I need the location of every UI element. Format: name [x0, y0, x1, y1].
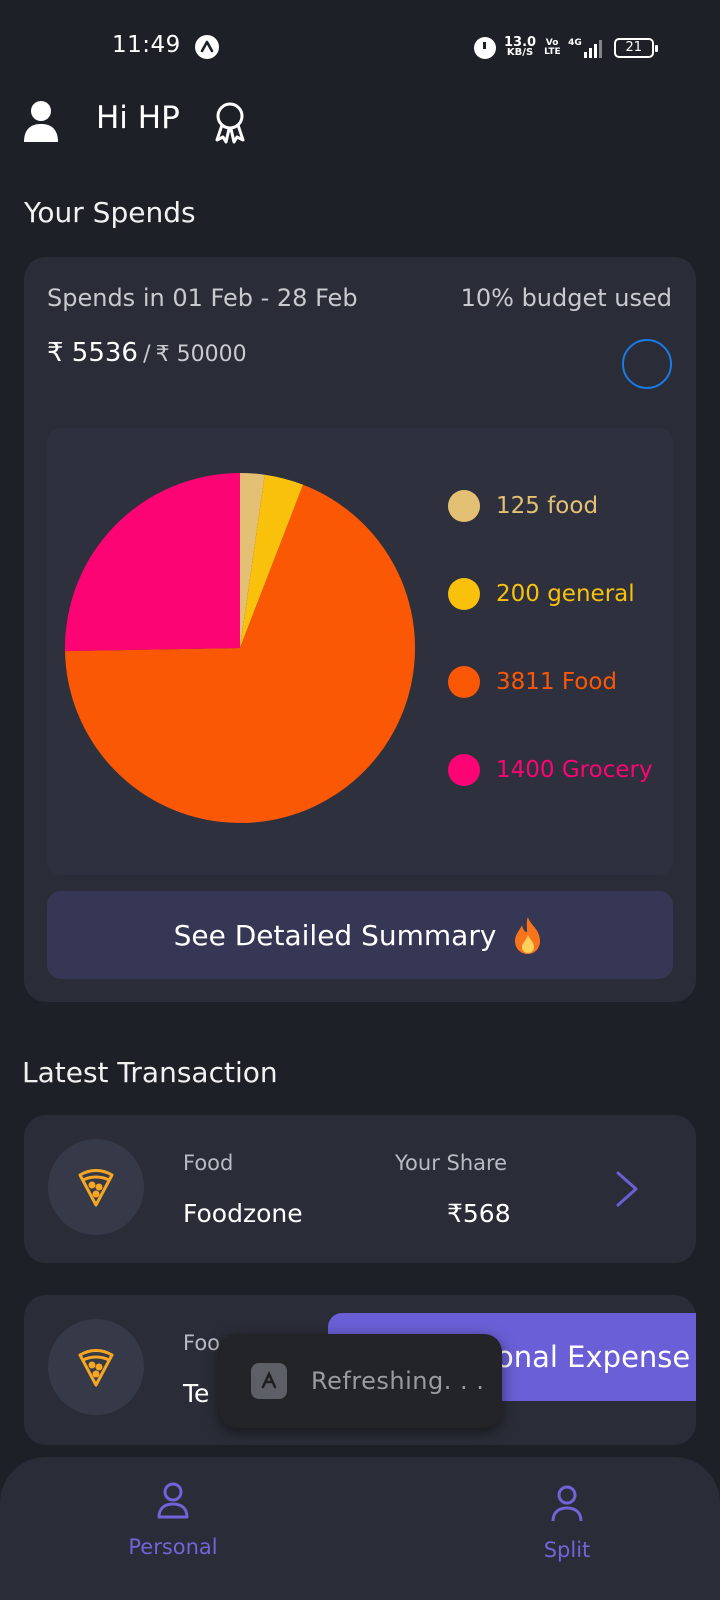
app-icon: [251, 1363, 287, 1399]
chevron-right-icon[interactable]: [614, 1170, 640, 1212]
nav-item-split[interactable]: Split: [522, 1484, 612, 1562]
transaction-card[interactable]: Food Foodzone Your Share ₹568: [24, 1115, 696, 1263]
spends-range-label: Spends in 01 Feb - 28 Feb: [47, 284, 358, 312]
signal-icon: 4G: [568, 38, 602, 58]
volte-indicator: Vo LTE: [544, 38, 561, 57]
your-share-amount: ₹568: [447, 1199, 511, 1228]
bottom-navigation: Personal Split: [0, 1457, 720, 1600]
network-speed: 13.0 KB/S: [504, 35, 537, 58]
refreshing-toast: Refreshing. . .: [219, 1334, 502, 1428]
budget-progress-ring: [622, 339, 672, 389]
transaction-category: Foo: [183, 1331, 221, 1355]
status-time: 11:49: [112, 32, 181, 58]
transaction-merchant: Foodzone: [183, 1199, 303, 1228]
toast-text: Refreshing. . .: [311, 1367, 485, 1395]
amount-separator: /: [143, 342, 151, 367]
award-icon[interactable]: [208, 100, 252, 144]
your-share-label: Your Share: [395, 1151, 508, 1175]
pie-slice-3: [65, 473, 240, 652]
nav-label-split: Split: [543, 1538, 591, 1562]
spends-pie-chart: [65, 473, 415, 823]
legend-label: 125 food: [496, 493, 599, 519]
fab-label: onal Expense: [496, 1340, 691, 1374]
spent-amount: ₹ 5536: [47, 338, 138, 368]
summary-button-label: See Detailed Summary: [173, 918, 497, 952]
legend-item: 1400 Grocery: [448, 754, 653, 786]
see-detailed-summary-button[interactable]: See Detailed Summary: [47, 891, 673, 979]
legend-swatch: [448, 754, 480, 786]
nav-item-personal[interactable]: Personal: [120, 1481, 226, 1559]
app-notification-icon: [195, 35, 219, 59]
battery-indicator: 21: [613, 38, 658, 58]
alarm-icon: [474, 37, 496, 59]
status-indicators: 13.0 KB/S Vo LTE 4G 21: [474, 34, 658, 62]
nav-label-personal: Personal: [128, 1535, 218, 1559]
transactions-section-title: Latest Transaction: [22, 1056, 278, 1089]
legend-label: 200 general: [496, 581, 635, 607]
spend-amount: ₹ 5536 / ₹ 50000: [47, 338, 247, 368]
person-icon: [156, 1481, 190, 1525]
legend-label: 3811 Food: [496, 669, 617, 695]
transaction-merchant: Te: [183, 1379, 210, 1408]
legend-item: 125 food: [448, 490, 598, 522]
legend-swatch: [448, 490, 480, 522]
legend-label: 1400 Grocery: [496, 757, 653, 783]
legend-swatch: [448, 578, 480, 610]
spends-section-title: Your Spends: [24, 196, 196, 229]
legend-item: 200 general: [448, 578, 635, 610]
fire-icon: [510, 915, 546, 955]
user-icon[interactable]: [22, 100, 60, 144]
person-icon: [550, 1484, 584, 1528]
legend-item: 3811 Food: [448, 666, 617, 698]
budget-used-label: 10% budget used: [460, 284, 672, 312]
budget-amount: ₹ 50000: [155, 342, 247, 367]
greeting: Hi HP: [96, 100, 180, 136]
pizza-icon: [48, 1319, 144, 1415]
legend-swatch: [448, 666, 480, 698]
transaction-category: Food: [183, 1151, 234, 1175]
pizza-icon: [48, 1139, 144, 1235]
